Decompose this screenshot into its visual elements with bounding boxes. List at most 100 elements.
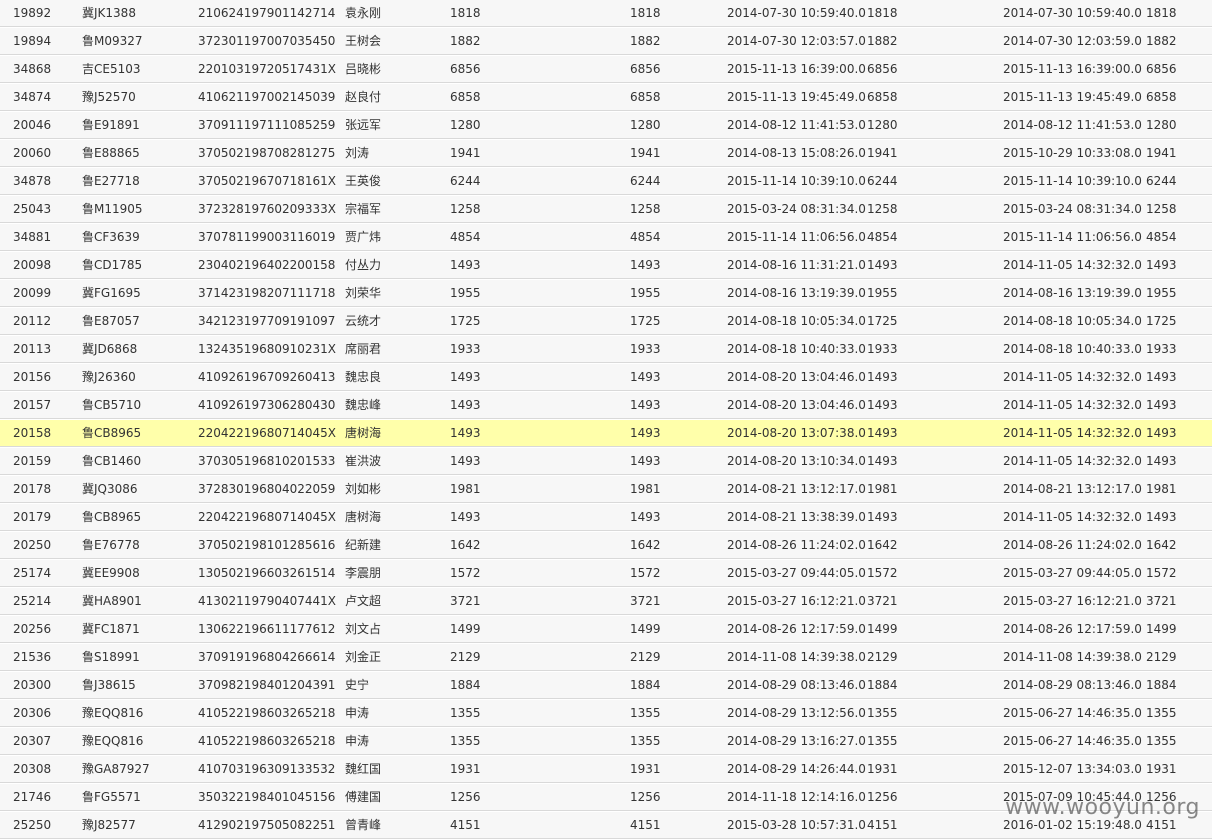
- cell-amount-4: 4854: [1146, 230, 1177, 244]
- cell-owner-name: 崔洪波: [345, 454, 382, 468]
- table-row[interactable]: 20308 豫GA87927 410703196309133532 魏红国 1931 19…: [0, 756, 1212, 783]
- table-row[interactable]: 20300 鲁J38615 370982198401204391 史宁 1884 1884…: [0, 672, 1212, 699]
- table-row[interactable]: 20250 鲁E76778 370502198101285616 纪新建 1642 164…: [0, 532, 1212, 559]
- table-row[interactable]: 34868 吉CE5103 22010319720517431X 吕晓彬 6856 685…: [0, 56, 1212, 83]
- table-row[interactable]: 34874 豫J52570 410621197002145039 赵良付 6858 685…: [0, 84, 1212, 111]
- cell-plate-number: 吉CE5103: [82, 62, 141, 76]
- table-row[interactable]: 20060 鲁E88865 370502198708281275 刘涛 1941 1941…: [0, 140, 1212, 167]
- cell-amount-4: 1493: [1146, 510, 1177, 524]
- cell-amount: 1941: [450, 146, 481, 160]
- table-row[interactable]: 20179 鲁CB8965 22042219680714045X 唐树海 1493 149…: [0, 504, 1212, 531]
- cell-amount-4: 1493: [1146, 258, 1177, 272]
- cell-plate-number: 鲁E91891: [82, 118, 140, 132]
- cell-owner-name: 唐树海: [345, 426, 382, 440]
- cell-created-time: 2014-08-29 08:13:46.0: [727, 678, 866, 692]
- cell-amount: 2129: [450, 650, 481, 664]
- cell-amount-3: 1499: [867, 622, 898, 636]
- cell-created-time: 2014-08-18 10:05:34.0: [727, 314, 866, 328]
- table-row[interactable]: 20156 豫J26360 410926196709260413 魏忠良 1493 149…: [0, 364, 1212, 391]
- cell-amount: 1258: [450, 202, 481, 216]
- cell-amount: 4854: [450, 230, 481, 244]
- cell-record-id: 34874: [13, 90, 52, 104]
- cell-amount: 1499: [450, 622, 481, 636]
- cell-amount-2: 1280: [630, 118, 661, 132]
- cell-amount-2: 4854: [630, 230, 661, 244]
- cell-amount-4: 1818: [1146, 6, 1177, 20]
- table-row[interactable]: 25214 冀HA8901 41302119790407441X 卢文超 3721 372…: [0, 588, 1212, 615]
- cell-amount-4: 1493: [1146, 370, 1177, 384]
- table-row[interactable]: 20306 豫EQQ816 410522198603265218 申涛 1355 1355…: [0, 700, 1212, 727]
- cell-amount-3: 6858: [867, 90, 898, 104]
- cell-amount-4: 6858: [1146, 90, 1177, 104]
- cell-owner-name: 纪新建: [345, 538, 382, 552]
- table-row[interactable]: 20113 冀JD6868 13243519680910231X 席丽君 1933 193…: [0, 336, 1212, 363]
- cell-amount-2: 1355: [630, 734, 661, 748]
- cell-record-id: 20156: [13, 370, 52, 384]
- cell-amount-2: 1499: [630, 622, 661, 636]
- table-row[interactable]: 20112 鲁E87057 342123197709191097 云统才 1725 172…: [0, 308, 1212, 335]
- cell-record-id: 20300: [13, 678, 52, 692]
- cell-amount-3: 1572: [867, 566, 898, 580]
- table-row[interactable]: 21536 鲁S18991 370919196804266614 刘金正 2129 212…: [0, 644, 1212, 671]
- table-row[interactable]: 25043 鲁M11905 37232819760209333X 宗福军 1258 125…: [0, 196, 1212, 223]
- table-row[interactable]: 20157 鲁CB5710 410926197306280430 魏忠峰 1493 149…: [0, 392, 1212, 419]
- cell-amount-2: 1981: [630, 482, 661, 496]
- cell-record-id: 25174: [13, 566, 52, 580]
- table-row[interactable]: 20178 冀JQ3086 372830196804022059 刘如彬 1981 198…: [0, 476, 1212, 503]
- table-row[interactable]: 20158 鲁CB8965 22042219680714045X 唐树海 1493 149…: [0, 420, 1212, 447]
- table-row[interactable]: 34881 鲁CF3639 370781199003116019 贾广炜 4854 485…: [0, 224, 1212, 251]
- cell-owner-name: 刘文占: [345, 622, 382, 636]
- table-row[interactable]: 25174 冀EE9908 130502196603261514 李震朋 1572 157…: [0, 560, 1212, 587]
- cell-amount-3: 1725: [867, 314, 898, 328]
- cell-amount-3: 1931: [867, 762, 898, 776]
- cell-amount-2: 1882: [630, 34, 661, 48]
- cell-amount: 1642: [450, 538, 481, 552]
- cell-plate-number: 鲁M11905: [82, 202, 143, 216]
- cell-plate-number: 鲁CB5710: [82, 398, 142, 412]
- cell-amount-3: 1493: [867, 454, 898, 468]
- cell-created-time: 2014-08-20 13:04:46.0: [727, 370, 866, 384]
- table-row[interactable]: 20098 鲁CD1785 230402196402200158 付丛力 1493 149…: [0, 252, 1212, 279]
- cell-created-time: 2014-08-29 13:16:27.0: [727, 734, 866, 748]
- table-row[interactable]: 19892 冀JK1388 210624197901142714 袁永刚 1818 181…: [0, 0, 1212, 27]
- cell-owner-name: 赵良付: [345, 90, 382, 104]
- cell-plate-number: 鲁CF3639: [82, 230, 140, 244]
- cell-owner-name: 刘如彬: [345, 482, 382, 496]
- cell-plate-number: 豫J52570: [82, 90, 136, 104]
- cell-updated-time: 2015-03-27 16:12:21.0: [1003, 594, 1142, 608]
- cell-amount: 6244: [450, 174, 481, 188]
- table-row[interactable]: 20046 鲁E91891 370911197111085259 张远军 1280 128…: [0, 112, 1212, 139]
- cell-plate-number: 鲁M09327: [82, 34, 143, 48]
- cell-plate-number: 冀FC1871: [82, 622, 140, 636]
- cell-updated-time: 2014-11-08 14:39:38.0: [1003, 650, 1142, 664]
- cell-id-number: 410703196309133532: [198, 762, 336, 776]
- cell-id-number: 370781199003116019: [198, 230, 336, 244]
- cell-updated-time: 2015-11-14 11:06:56.0: [1003, 230, 1142, 244]
- table-row[interactable]: 20307 豫EQQ816 410522198603265218 申涛 1355 1355…: [0, 728, 1212, 755]
- cell-amount: 1493: [450, 510, 481, 524]
- cell-record-id: 20098: [13, 258, 52, 272]
- cell-amount-2: 1493: [630, 510, 661, 524]
- cell-amount: 1355: [450, 734, 481, 748]
- cell-amount-3: 2129: [867, 650, 898, 664]
- cell-plate-number: 豫EQQ816: [82, 734, 144, 748]
- cell-amount-4: 1933: [1146, 342, 1177, 356]
- cell-id-number: 410621197002145039: [198, 90, 336, 104]
- table-row[interactable]: 20159 鲁CB1460 370305196810201533 崔洪波 1493 149…: [0, 448, 1212, 475]
- cell-owner-name: 申涛: [345, 706, 370, 720]
- cell-updated-time: 2015-10-29 10:33:08.0: [1003, 146, 1142, 160]
- table-row[interactable]: 20256 冀FC1871 130622196611177612 刘文占 1499 149…: [0, 616, 1212, 643]
- cell-record-id: 25043: [13, 202, 52, 216]
- table-row[interactable]: 20099 冀FG1695 371423198207111718 刘荣华 1955 195…: [0, 280, 1212, 307]
- cell-record-id: 21536: [13, 650, 52, 664]
- cell-record-id: 20157: [13, 398, 52, 412]
- table-row[interactable]: 19894 鲁M09327 372301197007035450 王树会 1882 188…: [0, 28, 1212, 55]
- table-row[interactable]: 34878 鲁E27718 37050219670718161X 王英俊 6244 624…: [0, 168, 1212, 195]
- cell-amount: 1931: [450, 762, 481, 776]
- cell-id-number: 22042219680714045X: [198, 426, 337, 440]
- cell-created-time: 2014-08-20 13:10:34.0: [727, 454, 866, 468]
- cell-record-id: 25214: [13, 594, 52, 608]
- cell-id-number: 37232819760209333X: [198, 202, 337, 216]
- cell-id-number: 410926197306280430: [198, 398, 336, 412]
- cell-amount-2: 1572: [630, 566, 661, 580]
